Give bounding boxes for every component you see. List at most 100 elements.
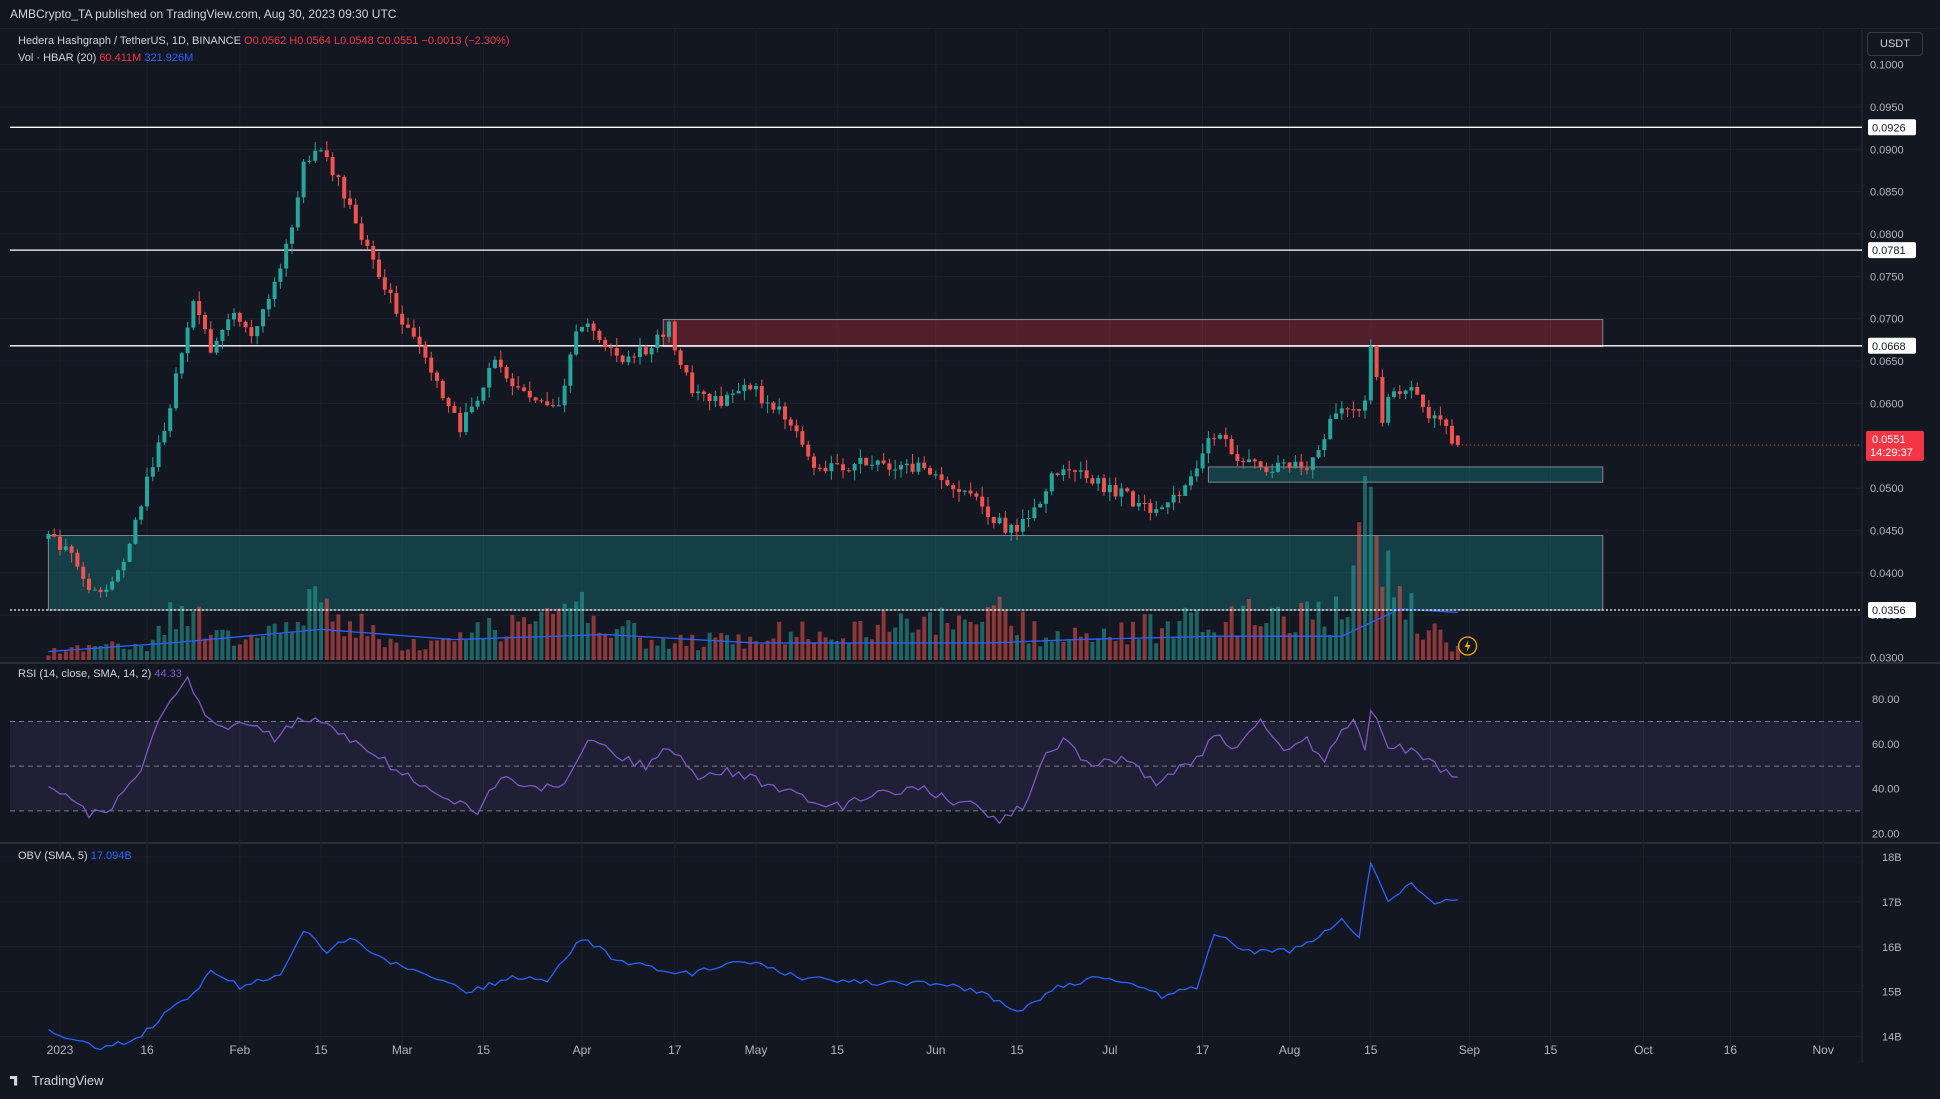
candle-body: [1073, 470, 1077, 472]
volume-bar: [1380, 586, 1385, 660]
volume-bar: [667, 648, 671, 660]
candle-body: [493, 359, 497, 369]
volume-bar: [133, 643, 138, 660]
volume-bar: [220, 629, 225, 660]
candle-body: [748, 385, 753, 390]
candle-body: [823, 467, 828, 472]
volume-bar: [730, 644, 735, 660]
volume-bar: [1386, 550, 1391, 660]
volume-bar: [928, 612, 932, 660]
volume-bar: [249, 634, 254, 660]
price-badge-countdown: 14:29:37: [1870, 447, 1913, 459]
supply-zone: [662, 319, 1604, 348]
volume-bar: [313, 586, 318, 660]
candle-body: [1345, 408, 1350, 410]
candle-body: [1258, 461, 1263, 467]
volume-bar: [1310, 619, 1315, 660]
x-tick-label: May: [745, 1043, 768, 1057]
candle-body: [1194, 468, 1199, 477]
candle-body: [858, 457, 863, 465]
volume-bar: [417, 650, 422, 660]
candle-body: [1026, 518, 1031, 520]
volume-bar: [348, 621, 352, 660]
volume-bar: [904, 618, 909, 660]
volume-bar: [609, 637, 613, 660]
candle-body: [632, 356, 637, 358]
volume-bar: [1148, 614, 1153, 660]
volume-bar: [290, 632, 294, 660]
candle-body: [1322, 439, 1327, 451]
volume-bar: [939, 607, 944, 660]
volume-bar: [69, 647, 74, 660]
x-tick-label: Oct: [1634, 1043, 1653, 1057]
x-tick-label: Jul: [1102, 1043, 1117, 1057]
volume-bar: [1020, 611, 1025, 660]
x-tick-label: Feb: [229, 1043, 250, 1057]
volume-bar: [458, 632, 463, 660]
volume-bar: [121, 648, 126, 660]
candle-body: [626, 356, 631, 363]
candle-body: [1281, 462, 1286, 464]
level-label: 0.0668: [1872, 341, 1906, 353]
candle-body: [1293, 461, 1298, 469]
volume-bar: [411, 638, 416, 660]
candle-body: [46, 534, 51, 539]
candle-body: [185, 327, 190, 354]
volume-bar: [858, 621, 863, 660]
volume-bar: [725, 634, 729, 660]
volume-bar: [957, 615, 961, 660]
candle-body: [1142, 502, 1147, 504]
candle-body: [1363, 400, 1367, 411]
volume-bar: [156, 625, 161, 660]
volume-bar: [1339, 619, 1344, 660]
candle-body: [922, 462, 927, 469]
candle-body: [446, 398, 451, 407]
candle-body: [1444, 419, 1449, 426]
x-tick-label: 2023: [47, 1043, 74, 1057]
candle-body: [933, 474, 938, 476]
price-tick-label: 0.0450: [1870, 525, 1904, 537]
rsi-legend: RSI (14, close, SMA, 14, 2) 44.33: [18, 668, 182, 680]
candle-body: [713, 396, 718, 402]
candle-body: [1154, 509, 1159, 513]
volume-bar: [736, 634, 741, 660]
rsi-tick-label: 60.00: [1872, 739, 1900, 751]
volume-bar: [620, 626, 625, 660]
volume-bar: [58, 653, 62, 660]
candle-body: [904, 463, 909, 466]
price-tick-label: 0.0800: [1870, 229, 1904, 241]
price-tick-label: 0.0950: [1870, 102, 1904, 114]
candle-body: [1067, 469, 1072, 471]
candle-body: [313, 150, 318, 161]
volume-bar: [893, 627, 898, 660]
candle-body: [1241, 460, 1246, 463]
candle-body: [394, 293, 399, 314]
volume-bar: [951, 629, 956, 660]
volume-bar: [1073, 627, 1077, 660]
candle-body: [1397, 391, 1402, 394]
price-tick-label: 0.0500: [1870, 483, 1904, 495]
candle-body: [1409, 387, 1414, 391]
x-tick-label: Mar: [392, 1043, 413, 1057]
volume-bar: [365, 636, 370, 660]
candle-body: [249, 327, 254, 337]
candle-body: [382, 277, 387, 290]
volume-bar: [179, 605, 184, 660]
volume-bar: [1397, 586, 1402, 660]
volume-bar: [1119, 622, 1124, 660]
volume-bar: [864, 637, 869, 660]
candle-body: [754, 386, 758, 390]
currency-button[interactable]: USDT: [1867, 32, 1923, 56]
price-chart[interactable]: 2023 16 Feb 15 Mar 15 Apr 17 May 15 Jun 15 Jul 17 Aug 1…: [0, 0, 1940, 1063]
volume-bar: [945, 623, 950, 660]
candle-body: [788, 419, 793, 426]
candle-body: [388, 289, 393, 294]
candle-body: [1432, 415, 1437, 419]
candle-body: [1061, 469, 1066, 476]
candle-body: [667, 321, 671, 337]
candle-body: [435, 372, 439, 381]
symbol-legend: Hedera Hashgraph / TetherUS, 1D, BINANCE…: [18, 35, 510, 47]
candle-body: [516, 386, 521, 388]
tradingview-logo: TradingView: [10, 1073, 104, 1088]
volume-bar: [388, 638, 393, 660]
